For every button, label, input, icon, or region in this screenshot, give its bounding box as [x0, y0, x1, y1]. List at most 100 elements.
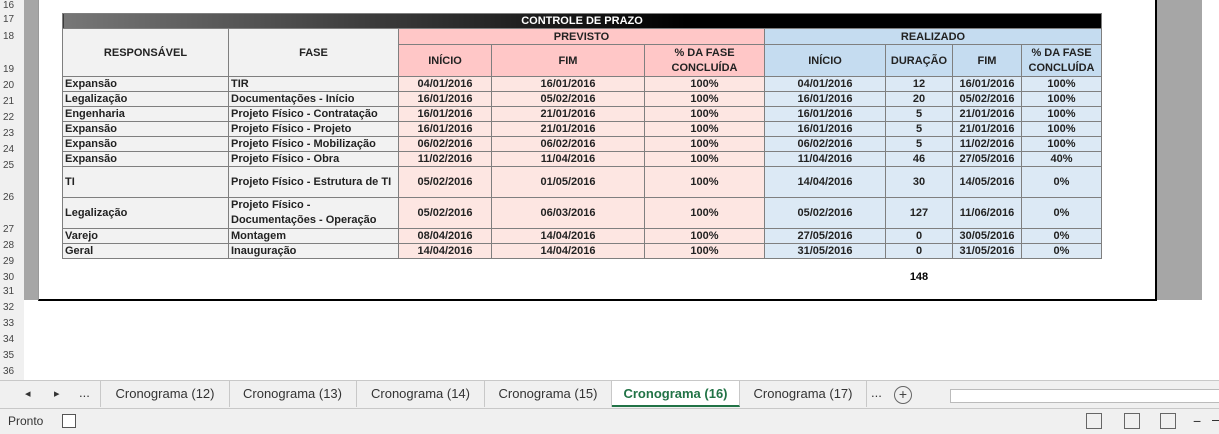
realizado-inicio-cell[interactable]: 16/01/2016: [764, 91, 886, 107]
row-number[interactable]: 35: [0, 350, 24, 361]
row-number[interactable]: 16: [0, 0, 24, 11]
previsto-inicio-cell[interactable]: 14/04/2016: [398, 243, 492, 259]
tab-cronograma-17[interactable]: Cronograma (17): [740, 381, 867, 407]
realizado-pct-cell[interactable]: 0%: [1021, 166, 1102, 198]
row-number[interactable]: 34: [0, 334, 24, 345]
tab-scroll-left-button[interactable]: ◂: [25, 387, 31, 400]
realizado-inicio-cell[interactable]: 31/05/2016: [764, 243, 886, 259]
row-number[interactable]: 24: [0, 144, 24, 155]
previsto-inicio-cell[interactable]: 08/04/2016: [398, 228, 492, 244]
realizado-pct-cell[interactable]: 100%: [1021, 76, 1102, 92]
realizado-pct-cell[interactable]: 100%: [1021, 106, 1102, 122]
previsto-pct-cell[interactable]: 100%: [644, 197, 765, 229]
header-previsto-inicio[interactable]: INÍCIO: [398, 44, 492, 77]
row-number[interactable]: 23: [0, 128, 24, 139]
realizado-fim-cell[interactable]: 05/02/2016: [952, 91, 1022, 107]
fase-cell[interactable]: Projeto Físico - Projeto: [228, 121, 399, 137]
duracao-cell[interactable]: 0: [885, 228, 953, 244]
realizado-inicio-cell[interactable]: 27/05/2016: [764, 228, 886, 244]
add-sheet-icon[interactable]: +: [894, 386, 912, 404]
row-number[interactable]: 31: [0, 286, 24, 297]
realizado-pct-cell[interactable]: 0%: [1021, 228, 1102, 244]
previsto-inicio-cell[interactable]: 06/02/2016: [398, 136, 492, 152]
macro-record-icon[interactable]: [62, 414, 76, 428]
realizado-pct-cell[interactable]: 0%: [1021, 243, 1102, 259]
row-number[interactable]: 21: [0, 96, 24, 107]
header-previsto[interactable]: PREVISTO: [398, 28, 765, 45]
realizado-pct-cell[interactable]: 100%: [1021, 91, 1102, 107]
realizado-fim-cell[interactable]: 11/02/2016: [952, 136, 1022, 152]
fase-cell[interactable]: Projeto Físico - Mobilização: [228, 136, 399, 152]
duracao-cell[interactable]: 0: [885, 243, 953, 259]
realizado-inicio-cell[interactable]: 06/02/2016: [764, 136, 886, 152]
previsto-fim-cell[interactable]: 06/02/2016: [491, 136, 645, 152]
previsto-fim-cell[interactable]: 11/04/2016: [491, 151, 645, 167]
responsavel-cell[interactable]: Legalização: [62, 91, 229, 107]
duracao-cell[interactable]: 5: [885, 106, 953, 122]
previsto-pct-cell[interactable]: 100%: [644, 136, 765, 152]
previsto-fim-cell[interactable]: 21/01/2016: [491, 121, 645, 137]
tab-more-right-button[interactable]: ...: [871, 385, 882, 400]
tab-cronograma-13[interactable]: Cronograma (13): [229, 381, 357, 407]
row-number[interactable]: 30: [0, 272, 24, 283]
realizado-pct-cell[interactable]: 100%: [1021, 121, 1102, 137]
realizado-pct-cell[interactable]: 100%: [1021, 136, 1102, 152]
tab-more-left-button[interactable]: ...: [79, 385, 90, 400]
previsto-pct-cell[interactable]: 100%: [644, 91, 765, 107]
header-realizado-fim[interactable]: FIM: [952, 44, 1022, 77]
row-number[interactable]: 26: [0, 192, 24, 203]
page-break-view-icon[interactable]: [1160, 413, 1176, 429]
previsto-inicio-cell[interactable]: 05/02/2016: [398, 166, 492, 198]
previsto-pct-cell[interactable]: 100%: [644, 121, 765, 137]
previsto-pct-cell[interactable]: 100%: [644, 76, 765, 92]
tab-cronograma-16[interactable]: Cronograma (16): [612, 381, 740, 407]
previsto-pct-cell[interactable]: 100%: [644, 166, 765, 198]
row-number[interactable]: 27: [0, 224, 24, 235]
realizado-fim-cell[interactable]: 31/05/2016: [952, 243, 1022, 259]
responsavel-cell[interactable]: Varejo: [62, 228, 229, 244]
previsto-pct-cell[interactable]: 100%: [644, 106, 765, 122]
previsto-fim-cell[interactable]: 01/05/2016: [491, 166, 645, 198]
normal-view-icon[interactable]: [1086, 413, 1102, 429]
tab-scroll-right-button[interactable]: ▸: [54, 387, 60, 400]
horizontal-scrollbar[interactable]: [950, 389, 1219, 403]
header-fase[interactable]: FASE: [228, 28, 399, 77]
row-number[interactable]: 32: [0, 302, 24, 313]
header-responsavel[interactable]: RESPONSÁVEL: [62, 28, 229, 77]
previsto-pct-cell[interactable]: 100%: [644, 151, 765, 167]
fase-cell[interactable]: TIR: [228, 76, 399, 92]
previsto-fim-cell[interactable]: 05/02/2016: [491, 91, 645, 107]
realizado-fim-cell[interactable]: 16/01/2016: [952, 76, 1022, 92]
fase-cell[interactable]: Inauguração: [228, 243, 399, 259]
row-number[interactable]: 20: [0, 80, 24, 91]
fase-cell[interactable]: Projeto Físico - Estrutura de TI: [228, 166, 399, 198]
header-realizado-pct[interactable]: % DA FASE CONCLUÍDA: [1021, 44, 1102, 77]
realizado-pct-cell[interactable]: 0%: [1021, 197, 1102, 229]
realizado-fim-cell[interactable]: 21/01/2016: [952, 121, 1022, 137]
previsto-inicio-cell[interactable]: 16/01/2016: [398, 121, 492, 137]
row-number[interactable]: 25: [0, 160, 24, 171]
row-number[interactable]: 18: [0, 31, 24, 42]
total-duracao[interactable]: 148: [884, 271, 954, 283]
zoom-out-icon[interactable]: −: [1193, 413, 1201, 429]
duracao-cell[interactable]: 127: [885, 197, 953, 229]
previsto-fim-cell[interactable]: 14/04/2016: [491, 243, 645, 259]
row-number[interactable]: 19: [0, 64, 24, 75]
realizado-fim-cell[interactable]: 27/05/2016: [952, 151, 1022, 167]
header-realizado[interactable]: REALIZADO: [764, 28, 1102, 45]
row-number[interactable]: 22: [0, 112, 24, 123]
row-number[interactable]: 28: [0, 240, 24, 251]
row-number[interactable]: 36: [0, 366, 24, 377]
row-number[interactable]: 17: [0, 14, 24, 25]
duracao-cell[interactable]: 20: [885, 91, 953, 107]
duracao-cell[interactable]: 12: [885, 76, 953, 92]
previsto-inicio-cell[interactable]: 16/01/2016: [398, 106, 492, 122]
duracao-cell[interactable]: 30: [885, 166, 953, 198]
duracao-cell[interactable]: 5: [885, 121, 953, 137]
previsto-pct-cell[interactable]: 100%: [644, 228, 765, 244]
header-previsto-fim[interactable]: FIM: [491, 44, 645, 77]
tab-cronograma-14[interactable]: Cronograma (14): [357, 381, 485, 407]
tab-cronograma-12[interactable]: Cronograma (12): [100, 381, 230, 407]
realizado-inicio-cell[interactable]: 16/01/2016: [764, 106, 886, 122]
empty-cells-area[interactable]: [24, 300, 1219, 380]
